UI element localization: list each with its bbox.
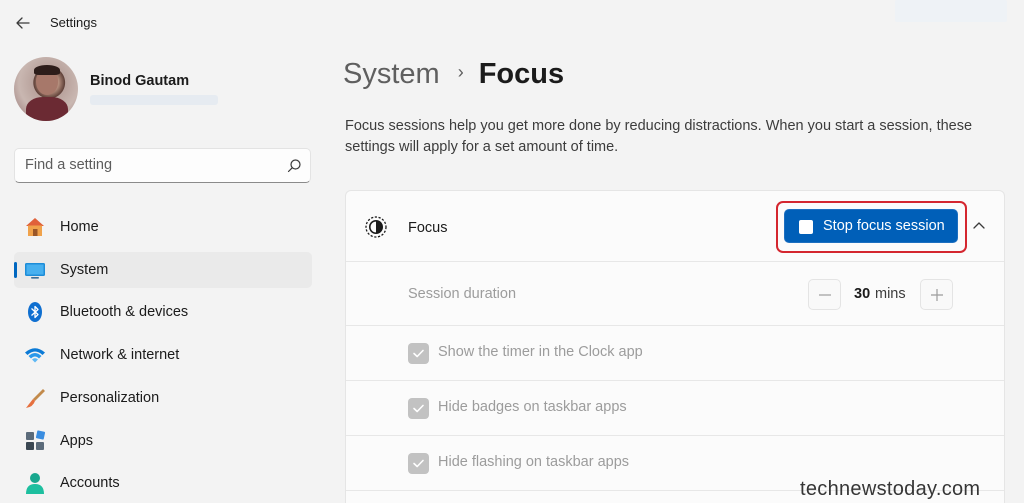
sidebar-item-network[interactable]: Network & internet [14, 337, 312, 373]
option-row-hide-badges: Hide badges on taskbar apps [346, 380, 1004, 435]
option-label: Show the timer in the Clock app [438, 344, 643, 360]
search-input[interactable] [25, 157, 275, 173]
title-bar: Settings [0, 0, 1024, 44]
apps-icon [26, 430, 46, 450]
duration-value: 30 [854, 286, 871, 302]
wifi-icon [25, 348, 45, 363]
duration-unit: mins [875, 286, 906, 302]
back-arrow-icon [16, 17, 30, 29]
focus-card: Focus Stop focus session Session duratio… [345, 190, 1005, 503]
sidebar-item-label: Home [60, 219, 99, 235]
session-duration-label: Session duration [408, 286, 517, 302]
breadcrumb: System › Focus [343, 58, 564, 98]
sidebar-item-label: Network & internet [60, 347, 180, 363]
stop-focus-session-label: Stop focus session [823, 218, 945, 234]
sidebar-item-label: Accounts [60, 475, 120, 491]
show-timer-checkbox[interactable] [408, 343, 429, 364]
search-icon[interactable] [286, 158, 302, 174]
page-description: Focus sessions help you get more done by… [345, 118, 973, 155]
active-indicator [14, 262, 17, 278]
increase-duration-button[interactable] [920, 279, 953, 310]
blurred-region [895, 0, 1007, 22]
window-title: Settings [50, 15, 97, 30]
session-duration-row: Session duration 30 mins [346, 261, 1004, 325]
sidebar-item-label: Personalization [60, 390, 160, 406]
avatar[interactable] [14, 57, 78, 121]
sidebar-item-label: Apps [60, 433, 94, 449]
decrease-duration-button[interactable] [808, 279, 841, 310]
sidebar-item-label: Bluetooth & devices [60, 304, 189, 320]
checkmark-icon [413, 404, 424, 413]
checkmark-icon [413, 459, 424, 468]
focus-icon [365, 216, 387, 238]
checkmark-icon [413, 349, 424, 358]
hide-flashing-checkbox[interactable] [408, 453, 429, 474]
focus-header-row[interactable]: Focus Stop focus session [346, 191, 1004, 261]
sidebar-item-accounts[interactable]: Accounts [14, 465, 312, 501]
chevron-up-icon[interactable] [970, 218, 988, 234]
brush-icon [26, 389, 45, 408]
bluetooth-icon [28, 302, 42, 322]
sidebar-item-bluetooth[interactable]: Bluetooth & devices [14, 294, 312, 330]
system-icon [25, 263, 45, 279]
breadcrumb-parent[interactable]: System [343, 58, 440, 90]
stop-focus-session-button[interactable]: Stop focus session [784, 209, 958, 243]
account-icon [26, 473, 44, 494]
minus-icon [819, 294, 831, 296]
focus-title: Focus [408, 220, 448, 236]
option-label: Hide badges on taskbar apps [438, 399, 627, 415]
page-title: Focus [478, 58, 565, 90]
sidebar-item-system[interactable]: System [14, 252, 312, 288]
back-button[interactable] [12, 12, 34, 34]
sidebar-item-home[interactable]: Home [14, 209, 312, 245]
chevron-right-icon: › [457, 62, 464, 82]
hide-badges-checkbox[interactable] [408, 398, 429, 419]
user-email-redacted [90, 95, 218, 105]
option-row-clock-timer: Show the timer in the Clock app [346, 325, 1004, 380]
sidebar-item-personalization[interactable]: Personalization [14, 380, 312, 416]
user-name: Binod Gautam [90, 73, 190, 89]
sidebar-item-label: System [60, 262, 109, 278]
stop-icon [799, 220, 813, 234]
home-icon [26, 218, 44, 236]
option-label: Hide flashing on taskbar apps [438, 454, 630, 470]
sidebar-item-apps[interactable]: Apps [14, 423, 312, 459]
watermark: technewstoday.com [800, 478, 981, 500]
search-box[interactable] [14, 148, 311, 183]
plus-icon [931, 289, 943, 301]
